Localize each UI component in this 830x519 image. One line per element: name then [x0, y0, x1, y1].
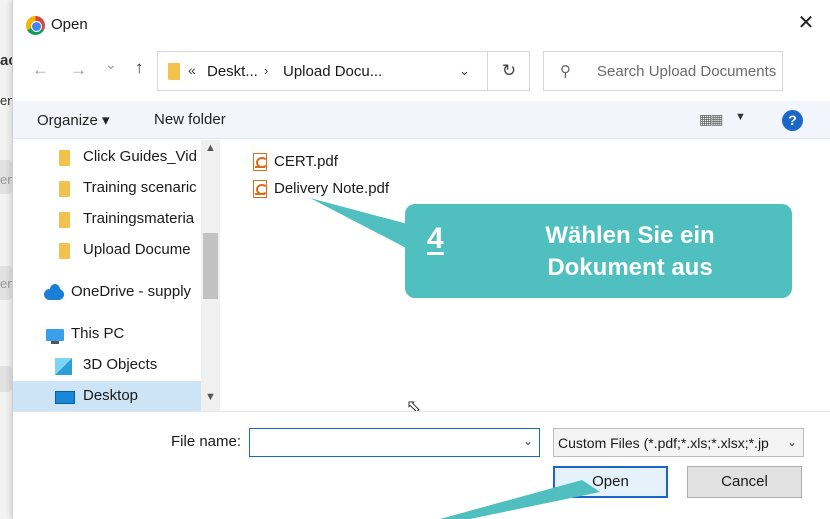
tree-item-label: Upload Docume: [83, 241, 191, 258]
tree-item-this-pc[interactable]: This PC: [13, 319, 201, 349]
tree-item-click-guides[interactable]: Click Guides_Vid: [13, 142, 201, 172]
search-input[interactable]: Search Upload Documents: [597, 63, 776, 80]
callout-text: Wählen Sie ein Dokument aus: [495, 220, 765, 284]
back-arrow-icon[interactable]: ←: [32, 60, 49, 80]
file-name-input[interactable]: [249, 428, 540, 457]
command-toolbar: Organize ▾ New folder ▦▦ ▼ ?: [13, 101, 830, 139]
up-arrow-icon[interactable]: ↑: [135, 58, 144, 78]
view-options-icon[interactable]: ▦▦: [699, 111, 724, 128]
pdf-file-icon: [253, 180, 268, 198]
tree-item-onedrive[interactable]: OneDrive - supply: [13, 277, 201, 307]
search-box[interactable]: ⚲ Search Upload Documents: [543, 51, 783, 91]
help-icon[interactable]: ?: [782, 110, 803, 131]
tree-item-label: Trainingsmateria: [83, 210, 195, 227]
tree-item-label: Click Guides_Vid: [83, 148, 197, 165]
tree-item-trainingsmaterial[interactable]: Trainingsmateria: [13, 204, 201, 234]
3d-objects-icon: [55, 358, 72, 375]
chrome-icon: [26, 16, 45, 35]
tree-scrollbar[interactable]: ▲ ▼: [201, 140, 220, 411]
tree-item-label: OneDrive - supply: [71, 283, 192, 300]
file-name-label: Delivery Note.pdf: [274, 180, 390, 197]
tree-item-label: This PC: [71, 325, 125, 342]
breadcrumb-desktop[interactable]: Deskt...: [207, 63, 258, 80]
tree-item-upload-documents[interactable]: Upload Docume: [13, 235, 201, 265]
tutorial-callout: 4 Wählen Sie ein Dokument aus: [405, 204, 792, 298]
overflow-chevron-icon[interactable]: «: [188, 62, 196, 78]
callout-text-line: Dokument aus: [547, 254, 713, 281]
folder-icon: [168, 63, 180, 80]
new-folder-button[interactable]: New folder: [154, 111, 226, 128]
title-bar: Open ✕: [13, 0, 830, 44]
folder-icon: [59, 243, 70, 259]
search-icon: ⚲: [560, 63, 571, 80]
file-name-dropdown-icon[interactable]: ⌄: [523, 434, 533, 448]
forward-arrow-icon[interactable]: →: [70, 60, 87, 80]
pdf-file-icon: [253, 153, 268, 171]
breadcrumb-separator-icon[interactable]: ›: [264, 63, 268, 78]
scroll-up-icon[interactable]: ▲: [205, 142, 216, 154]
file-selection-bar: File name: ⌄ Custom Files (*.pdf;*.xls;*…: [13, 411, 830, 519]
address-bar[interactable]: « Deskt... › Upload Docu... ⌄ ↻: [157, 51, 530, 91]
callout-step-number: 4: [427, 222, 444, 255]
address-dropdown-icon[interactable]: ⌄: [459, 63, 470, 79]
folder-icon: [59, 181, 70, 197]
desktop-icon: [55, 391, 75, 404]
chevron-down-icon[interactable]: ⌄: [787, 435, 797, 449]
computer-icon: [46, 329, 64, 344]
file-type-filter-value: Custom Files (*.pdf;*.xls;*.xlsx;*.jp: [558, 435, 769, 451]
file-name-label: File name:: [171, 433, 242, 450]
background-block: [0, 366, 12, 392]
organize-menu-button[interactable]: Organize ▾: [37, 111, 110, 129]
view-dropdown-icon[interactable]: ▼: [735, 111, 746, 123]
cancel-button[interactable]: Cancel: [687, 466, 802, 498]
close-button[interactable]: ✕: [795, 12, 817, 34]
dialog-title: Open: [51, 16, 88, 33]
tree-item-label: Training scenaric: [83, 179, 197, 196]
onedrive-cloud-icon: [44, 284, 64, 300]
tree-item-label: 3D Objects: [83, 356, 158, 373]
refresh-icon[interactable]: ↻: [487, 52, 530, 90]
tree-item-desktop[interactable]: Desktop: [13, 381, 201, 411]
file-type-filter-select[interactable]: Custom Files (*.pdf;*.xls;*.xlsx;*.jp ⌄: [553, 428, 804, 457]
callout-text-line: Wählen Sie ein: [545, 222, 715, 249]
scroll-down-icon[interactable]: ▼: [205, 391, 216, 403]
folder-icon: [59, 150, 70, 166]
tree-item-3d-objects[interactable]: 3D Objects: [13, 350, 201, 380]
tree-item-label: Desktop: [83, 387, 139, 404]
folder-icon: [59, 212, 70, 228]
scrollbar-thumb[interactable]: [203, 233, 218, 299]
navigation-pane: Click Guides_Vid Training scenaric Train…: [13, 140, 220, 411]
breadcrumb-upload-documents[interactable]: Upload Docu...: [283, 63, 382, 80]
tree-item-training-scenario[interactable]: Training scenaric: [13, 173, 201, 203]
recent-locations-chevron-icon[interactable]: ⌄: [105, 56, 117, 73]
file-name-label: CERT.pdf: [274, 153, 338, 170]
open-button[interactable]: Open: [553, 466, 668, 498]
